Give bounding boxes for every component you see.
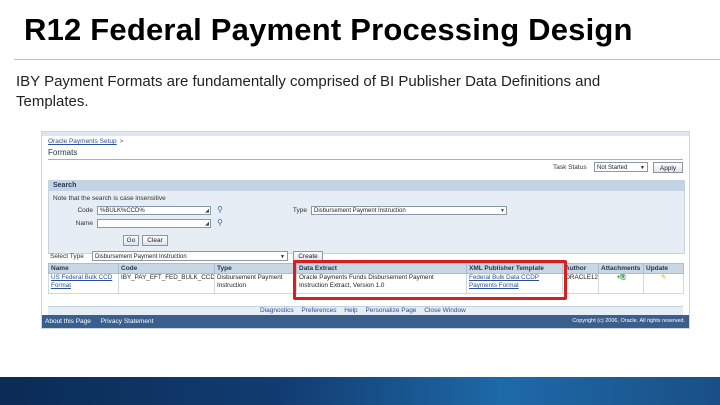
copyright: Copyright (c) 2006, Oracle. All rights r…: [572, 318, 685, 324]
title-divider: [14, 59, 720, 60]
code-label: Code: [77, 207, 93, 214]
top-band: [42, 132, 689, 136]
breadcrumb-separator: >: [119, 138, 124, 145]
select-type-select[interactable]: Disbursement Payment Instruction ▼: [92, 251, 288, 261]
column-header: Update: [643, 263, 684, 274]
author: ORACLE12.1.0: [562, 273, 599, 294]
close-window-link[interactable]: Close Window: [424, 307, 466, 314]
code-input[interactable]: %BULK%CCD% ◢: [97, 206, 211, 215]
task-status-label: Task Status: [553, 164, 587, 171]
breadcrumb: Oracle Payments Setup >: [48, 138, 123, 145]
name-input[interactable]: ◢: [97, 219, 211, 228]
diagnostics-link[interactable]: Diagnostics: [260, 307, 294, 314]
search-region: Search Note that the search is case inse…: [48, 180, 685, 254]
chevron-down-icon: ▼: [280, 254, 285, 260]
column-header[interactable]: Code: [118, 263, 215, 274]
code-value: %BULK%CCD%: [100, 208, 145, 214]
attachment-icon[interactable]: +⎘: [617, 275, 626, 282]
task-status-select[interactable]: Not Started ▼: [594, 162, 648, 172]
breadcrumb-payments-setup[interactable]: Oracle Payments Setup: [48, 138, 117, 145]
footer-links: Diagnostics Preferences Help Personalize…: [260, 307, 466, 314]
lov-icon: ◢: [205, 221, 209, 227]
search-header: Search: [49, 181, 684, 191]
help-link[interactable]: Help: [344, 307, 357, 314]
column-header[interactable]: Type: [214, 263, 297, 274]
lov-icon: ◢: [205, 208, 209, 214]
footer-nav: About this Page Privacy Statement Copyri…: [42, 315, 689, 328]
footer-left-links: About this Page Privacy Statement: [45, 315, 161, 328]
format-type: Disbursement Payment Instruction: [214, 273, 297, 294]
type-label: Type: [292, 207, 307, 214]
personalize-link[interactable]: Personalize Page: [365, 307, 416, 314]
name-label: Name: [75, 220, 93, 227]
search-note: Note that the search is case insensitive: [53, 195, 166, 202]
chevron-down-icon: ▼: [500, 208, 505, 214]
task-status-value: Not Started: [597, 165, 628, 171]
clear-button[interactable]: Clear: [142, 235, 168, 246]
select-type-value: Disbursement Payment Instruction: [95, 254, 187, 260]
column-header[interactable]: Author: [562, 263, 599, 274]
pencil-icon[interactable]: ✎: [661, 275, 666, 282]
chevron-down-icon: ▼: [640, 165, 645, 171]
type-select[interactable]: Disbursement Payment Instruction ▼: [311, 206, 507, 215]
column-header: Attachments: [598, 263, 644, 274]
search-icon[interactable]: ⚲: [217, 205, 223, 214]
intro-text: IBY Payment Formats are fundamentally co…: [16, 73, 601, 110]
page-title: Formats: [48, 148, 78, 157]
select-type-label: Select Type: [50, 253, 84, 260]
format-code: IBY_PAY_EFT_FED_BULK_CCDP: [118, 273, 215, 294]
apply-button[interactable]: Apply: [653, 162, 683, 173]
search-icon[interactable]: ⚲: [217, 218, 223, 227]
slide-title: R12 Federal Payment Processing Design: [24, 12, 633, 47]
about-page-link[interactable]: About this Page: [45, 318, 91, 325]
format-name-link[interactable]: US Federal Bulk CCD Format: [51, 275, 112, 290]
privacy-link[interactable]: Privacy Statement: [101, 318, 154, 325]
type-value: Disbursement Payment Instruction: [314, 208, 406, 214]
go-button[interactable]: Go: [123, 235, 139, 246]
preferences-link[interactable]: Preferences: [301, 307, 336, 314]
page-title-divider: [48, 159, 683, 160]
column-header[interactable]: Name: [48, 263, 119, 274]
highlight-box: [293, 260, 567, 300]
slide-footer-bar: [0, 377, 720, 405]
